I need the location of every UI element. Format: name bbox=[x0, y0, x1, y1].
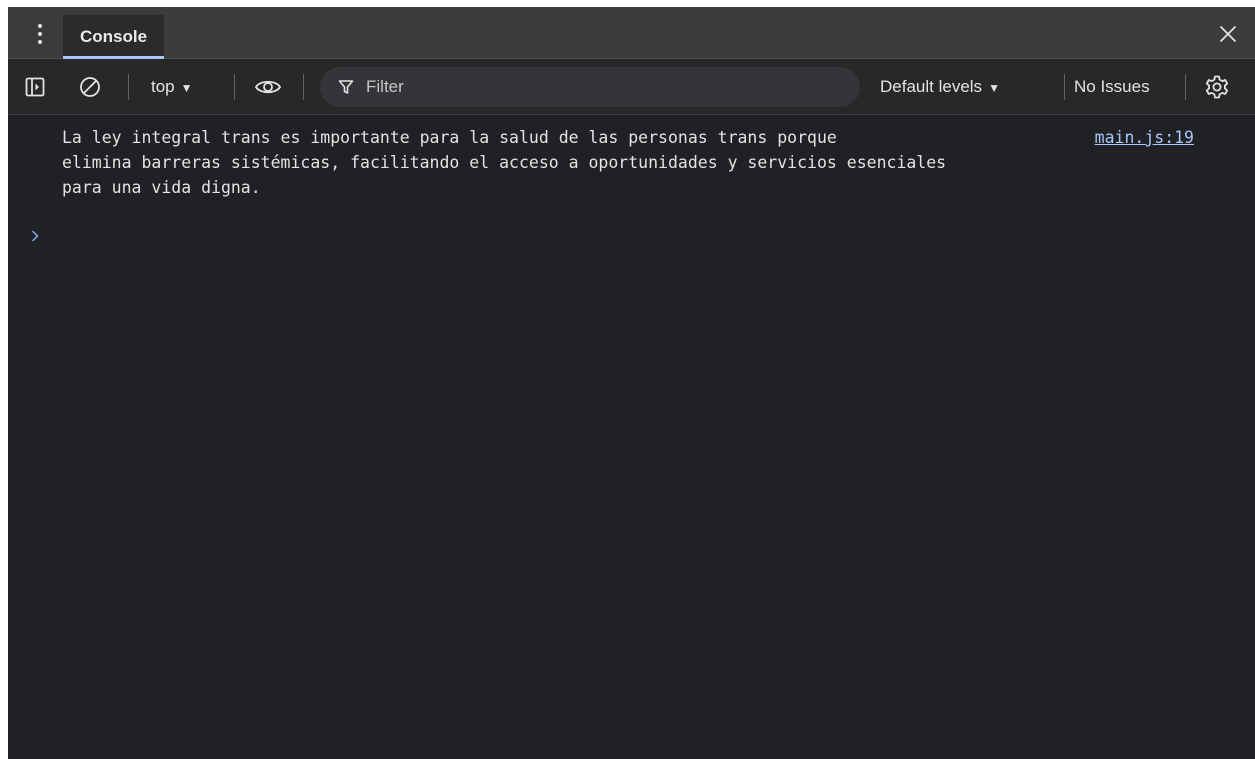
chevron-right-icon bbox=[31, 230, 39, 242]
source-link[interactable]: main.js:19 bbox=[1086, 125, 1194, 150]
live-expression-eye-icon[interactable] bbox=[254, 59, 282, 115]
devtools-window: Console top ▼ Filter Default levels ▼ No… bbox=[8, 7, 1255, 759]
gear-icon[interactable] bbox=[1204, 59, 1230, 115]
toolbar-divider bbox=[303, 74, 304, 100]
toolbar-divider bbox=[1064, 74, 1065, 100]
dropdown-caret-icon: ▼ bbox=[988, 81, 1000, 95]
toolbar-divider bbox=[234, 74, 235, 100]
sidebar-toggle-icon[interactable] bbox=[24, 59, 46, 115]
kebab-menu-icon[interactable] bbox=[26, 19, 54, 49]
log-levels-dropdown[interactable]: Default levels ▼ bbox=[880, 59, 1000, 115]
console-toolbar: top ▼ Default levels ▼ No Issues bbox=[8, 59, 1255, 115]
log-levels-label: Default levels bbox=[880, 77, 983, 96]
console-prompt[interactable] bbox=[8, 222, 1255, 252]
context-selector-label: top bbox=[151, 77, 175, 96]
filter-input[interactable] bbox=[364, 76, 838, 98]
toolbar-divider bbox=[128, 74, 129, 100]
console-output: La ley integral trans es importante para… bbox=[8, 115, 1255, 759]
clear-console-icon[interactable] bbox=[78, 59, 102, 115]
filter-funnel-icon bbox=[338, 80, 354, 94]
panel-tab-strip: Console bbox=[8, 7, 1255, 59]
filter-box[interactable] bbox=[320, 67, 860, 107]
issues-counter[interactable]: No Issues bbox=[1074, 59, 1150, 115]
dropdown-caret-icon: ▼ bbox=[180, 81, 193, 95]
issues-label: No Issues bbox=[1074, 77, 1150, 96]
tab-console[interactable]: Console bbox=[63, 15, 165, 59]
console-log-message: La ley integral trans es importante para… bbox=[62, 128, 947, 197]
close-icon[interactable] bbox=[1211, 17, 1245, 51]
context-selector[interactable]: top ▼ bbox=[151, 59, 193, 115]
toolbar-divider bbox=[1185, 74, 1186, 100]
tab-console-label: Console bbox=[80, 27, 148, 46]
